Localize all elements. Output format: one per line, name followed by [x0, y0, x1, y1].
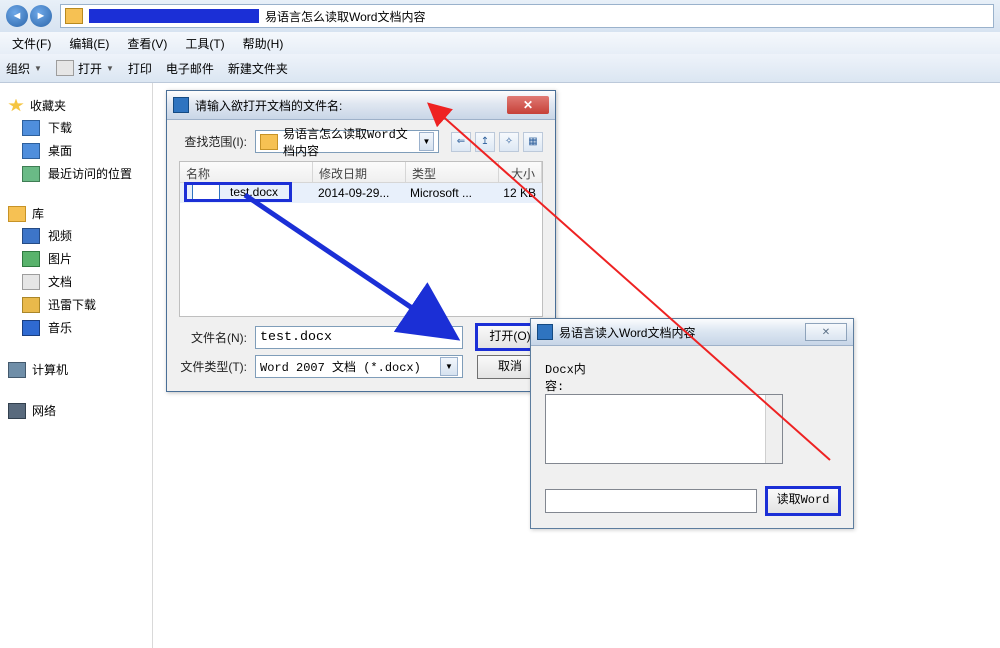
col-date[interactable]: 修改日期 — [313, 162, 406, 182]
file-name-cell: test.docx — [186, 184, 290, 200]
col-name[interactable]: 名称 — [180, 162, 313, 182]
col-type[interactable]: 类型 — [406, 162, 499, 182]
up-folder-button[interactable]: ↥ — [475, 132, 495, 152]
result-window: 易语言读入Word文档内容 ✕ Docx内容: 读取Word — [530, 318, 854, 529]
address-path-text: 易语言怎么读取Word文档内容 — [265, 8, 425, 25]
filetype-combo[interactable]: Word 2007 文档 (*.docx) ▼ — [255, 355, 463, 378]
read-word-button[interactable]: 读取Word — [767, 488, 839, 514]
file-row-test-docx[interactable]: test.docx 2014-09-29... Microsoft ... 12… — [180, 183, 542, 203]
col-size[interactable]: 大小 — [499, 162, 542, 182]
nav-forward-button[interactable]: ► — [30, 5, 52, 27]
result-window-close-button[interactable]: ✕ — [805, 323, 847, 341]
cmd-newfolder[interactable]: 新建文件夹 — [228, 60, 288, 77]
dialog-titlebar[interactable]: 请输入欲打开文档的文件名: ✕ — [167, 91, 555, 120]
menu-view[interactable]: 查看(V) — [119, 33, 175, 54]
cmd-email[interactable]: 电子邮件 — [166, 60, 214, 77]
document-icon — [22, 274, 40, 290]
new-folder-button[interactable]: ✧ — [499, 132, 519, 152]
lookin-combo[interactable]: 易语言怎么读取Word文档内容 ▼ — [255, 130, 439, 153]
view-menu-button[interactable]: ▦ — [523, 132, 543, 152]
picture-icon — [22, 251, 40, 267]
star-icon — [8, 99, 24, 113]
filetype-value: Word 2007 文档 (*.docx) — [260, 358, 421, 375]
desktop-icon — [22, 143, 40, 159]
menu-edit[interactable]: 编辑(E) — [61, 33, 117, 54]
filename-label: 文件名(N): — [179, 329, 247, 346]
cmd-open[interactable]: 打开▼ — [56, 60, 114, 77]
video-icon — [22, 228, 40, 244]
filetype-label: 文件类型(T): — [179, 358, 247, 375]
network-icon — [8, 403, 26, 419]
file-date-cell: 2014-09-29... — [312, 186, 404, 200]
app-icon — [173, 97, 189, 113]
sidebar-item-recent[interactable]: 最近访问的位置 — [22, 164, 148, 183]
cmd-print[interactable]: 打印 — [128, 60, 152, 77]
lookin-dropdown-button[interactable]: ▼ — [419, 132, 434, 151]
command-bar: 组织▼ 打开▼ 打印 电子邮件 新建文件夹 — [0, 54, 1000, 83]
libraries-header[interactable]: 库 — [8, 205, 148, 222]
lookin-label: 查找范围(I): — [179, 133, 247, 150]
dialog-close-button[interactable]: ✕ — [507, 96, 549, 114]
folder-icon — [65, 8, 83, 24]
sidebar-item-computer[interactable]: 计算机 — [8, 361, 148, 378]
sidebar-item-pictures[interactable]: 图片 — [22, 249, 148, 268]
music-icon — [22, 320, 40, 336]
sidebar-item-network[interactable]: 网络 — [8, 402, 148, 419]
xunlei-icon — [22, 297, 40, 313]
nav-back-button[interactable]: ◄ — [6, 5, 28, 27]
open-file-dialog: 请输入欲打开文档的文件名: ✕ 查找范围(I): 易语言怎么读取Word文档内容… — [166, 90, 556, 392]
address-path-redacted — [89, 9, 259, 23]
docx-content-textarea[interactable] — [545, 394, 783, 464]
download-icon — [22, 120, 40, 136]
filetype-dropdown-button[interactable]: ▼ — [440, 357, 458, 376]
recent-icon — [22, 166, 40, 182]
file-type-cell: Microsoft ... — [404, 186, 496, 200]
sidebar-item-downloads[interactable]: 下载 — [22, 118, 148, 137]
file-list-header[interactable]: 名称 修改日期 类型 大小 — [180, 162, 542, 183]
folder-icon — [260, 134, 278, 150]
docx-icon — [192, 184, 220, 200]
path-input[interactable] — [545, 489, 757, 513]
result-window-titlebar[interactable]: 易语言读入Word文档内容 ✕ — [531, 319, 853, 346]
lookin-value: 易语言怎么读取Word文档内容 — [283, 125, 414, 159]
result-window-title: 易语言读入Word文档内容 — [559, 324, 695, 341]
dialog-title-text: 请输入欲打开文档的文件名: — [195, 97, 342, 114]
explorer-titlebar: ◄ ► 易语言怎么读取Word文档内容 — [0, 0, 1000, 33]
menu-file[interactable]: 文件(F) — [4, 33, 59, 54]
app-icon — [537, 324, 553, 340]
menu-tools[interactable]: 工具(T) — [177, 33, 232, 54]
cmd-organize[interactable]: 组织▼ — [6, 60, 42, 77]
computer-icon — [8, 362, 26, 378]
filename-input[interactable] — [255, 326, 463, 349]
word-icon — [56, 60, 74, 76]
file-list[interactable]: 名称 修改日期 类型 大小 test.docx 2014-09-29... Mi… — [179, 161, 543, 317]
sidebar-item-music[interactable]: 音乐 — [22, 318, 148, 337]
go-up-button[interactable]: ⇐ — [451, 132, 471, 152]
library-icon — [8, 206, 26, 222]
docx-content-label: Docx内容: — [545, 360, 601, 394]
dialog-toolbar: ⇐ ↥ ✧ ▦ — [451, 132, 543, 152]
scrollbar[interactable] — [765, 395, 782, 463]
file-size-cell: 12 KB — [496, 186, 542, 200]
sidebar-item-documents[interactable]: 文档 — [22, 272, 148, 291]
menu-help[interactable]: 帮助(H) — [235, 33, 292, 54]
sidebar-item-desktop[interactable]: 桌面 — [22, 141, 148, 160]
sidebar-item-xunlei[interactable]: 迅雷下载 — [22, 295, 148, 314]
menu-bar: 文件(F) 编辑(E) 查看(V) 工具(T) 帮助(H) — [0, 32, 1000, 55]
address-bar[interactable]: 易语言怎么读取Word文档内容 — [60, 4, 994, 28]
favorites-header[interactable]: 收藏夹 — [8, 97, 148, 114]
sidebar-item-videos[interactable]: 视频 — [22, 226, 148, 245]
navigation-pane: 收藏夹 下载 桌面 最近访问的位置 库 视频 图片 文档 迅雷下载 音乐 计算机… — [0, 83, 153, 648]
